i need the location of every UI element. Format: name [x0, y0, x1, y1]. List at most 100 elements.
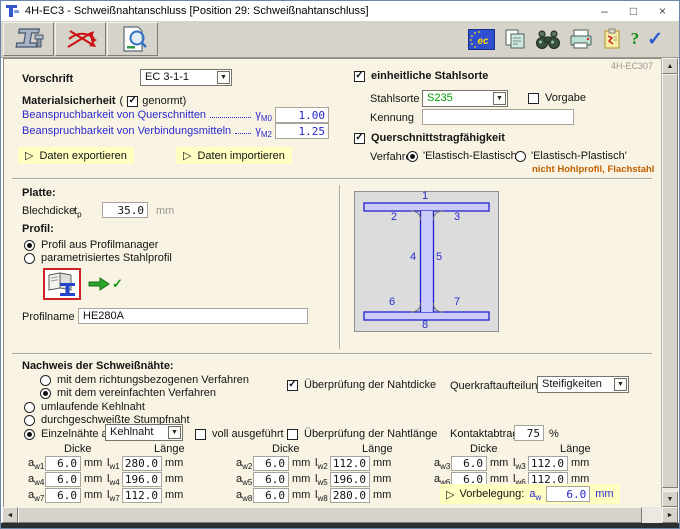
stahlsorte-dropdown[interactable]: S235 ▼: [422, 90, 508, 107]
stahlsorte-label: Stahlsorte: [370, 93, 420, 105]
ueberpruefung-nahtdicke-label: Überprüfung der Nahtdicke: [304, 379, 436, 391]
vorschrift-dropdown[interactable]: EC 3-1-1 ▼: [140, 69, 232, 86]
eurocode-button[interactable]: ec: [468, 29, 495, 50]
weld-number-4: 4: [410, 251, 416, 263]
vertical-scrollbar-thumb[interactable]: [662, 74, 678, 488]
title-bar[interactable]: 4H-EC3 - Schweißnahtanschluss [Position …: [1, 1, 679, 21]
vorbelegung-field[interactable]: [546, 486, 590, 502]
vertical-scrollbar[interactable]: ▲ ▼: [661, 58, 678, 507]
loads-toolbar-button[interactable]: [55, 22, 106, 56]
l-w2-field[interactable]: [330, 456, 370, 471]
genormt-checkbox[interactable]: [127, 96, 138, 107]
scroll-up-button[interactable]: ▲: [662, 58, 678, 74]
a-w4-field[interactable]: [45, 472, 81, 487]
separator: [12, 353, 652, 355]
a-w7-label: aw7: [28, 489, 42, 501]
a-w8-field[interactable]: [253, 488, 289, 503]
ueberpruefung-nahtdicke-checkbox[interactable]: [287, 380, 298, 391]
a-w1-field[interactable]: [45, 456, 81, 471]
profile-manager-toolbar-button[interactable]: [3, 22, 54, 56]
print-preview-toolbar-button[interactable]: [107, 22, 158, 56]
elastisch-elastisch-radio[interactable]: [407, 151, 418, 162]
einzelnaehte-radio[interactable]: [24, 429, 35, 440]
a-w7-field[interactable]: [45, 488, 81, 503]
l-w8-field[interactable]: [330, 488, 370, 503]
stumpfnaht-radio[interactable]: [24, 415, 35, 426]
weld-group-w8: aw8 mm lw8 mm: [236, 487, 393, 503]
minimize-button[interactable]: –: [590, 1, 619, 20]
scroll-down-button[interactable]: ▼: [662, 491, 678, 507]
profilname-field[interactable]: [78, 308, 308, 324]
l-w1-label: lw1: [107, 457, 119, 469]
daten-importieren-link[interactable]: ▷ Daten importieren: [176, 147, 292, 164]
horizontal-scrollbar-thumb[interactable]: [18, 507, 642, 523]
a-w2-field[interactable]: [253, 456, 289, 471]
vorbelegung-action[interactable]: ▷ Vorbelegung: aw mm: [440, 484, 620, 504]
copy-pages-icon: [503, 28, 527, 50]
help-button[interactable]: ?: [631, 29, 640, 49]
chevron-down-icon: ▼: [614, 378, 627, 391]
loads-arrows-icon: [63, 25, 99, 53]
voll-ausgefuehrt-checkbox[interactable]: [195, 429, 206, 440]
scroll-left-button[interactable]: ◄: [2, 507, 18, 523]
elastisch-plastisch-radio[interactable]: [515, 151, 526, 162]
l-w4-field[interactable]: [122, 472, 162, 487]
horizontal-scrollbar[interactable]: ◄ ►: [2, 507, 678, 523]
umlaufende-kehlnaht-radio[interactable]: [24, 402, 35, 413]
parametrisiertes-stahlprofil-radio[interactable]: [24, 253, 35, 264]
weld-group-w5: aw5 mm lw5 mm: [236, 471, 393, 487]
triangle-right-icon: ▷: [25, 149, 33, 162]
blechdicke-symbol: tp: [74, 205, 82, 217]
chevron-down-icon: ▼: [493, 92, 506, 105]
a-w5-field[interactable]: [253, 472, 289, 487]
kontaktabtrag-field[interactable]: [514, 425, 544, 441]
confirm-button[interactable]: ✓: [647, 28, 663, 51]
vorschrift-label: Vorschrift: [22, 73, 73, 85]
dotted-leader: [235, 133, 251, 134]
profil-aus-profilmanager-radio[interactable]: [24, 240, 35, 251]
paren-open: (: [120, 95, 124, 107]
ueberpruefung-nahtlaenge-checkbox[interactable]: [287, 429, 298, 440]
l-w1-field[interactable]: [122, 456, 162, 471]
querschnittstragfaehigkeit-checkbox[interactable]: [354, 133, 365, 144]
parametrisiertes-stahlprofil-label: parametrisiertes Stahlprofil: [41, 252, 172, 264]
l-w8-label: lw8: [315, 489, 327, 501]
maximize-button[interactable]: □: [619, 1, 648, 20]
l-w3-field[interactable]: [528, 456, 568, 471]
scroll-right-button[interactable]: ►: [662, 507, 678, 523]
close-button[interactable]: ×: [648, 1, 677, 20]
a-w3-label: aw3: [434, 457, 448, 469]
copy-button[interactable]: [503, 28, 527, 50]
notes-button[interactable]: [601, 28, 623, 50]
confirm-check-icon: ✓: [647, 28, 663, 51]
richtungsbezogen-radio[interactable]: [40, 375, 51, 386]
vorbelegung-unit: mm: [595, 488, 613, 500]
profilmanager-button[interactable]: [43, 268, 81, 300]
l-w5-field[interactable]: [330, 472, 370, 487]
l-w2-label: lw2: [315, 457, 327, 469]
vereinfacht-radio[interactable]: [40, 388, 51, 399]
voll-ausgefuehrt-label: voll ausgeführt: [212, 428, 284, 440]
col-header-laenge-3: Länge: [560, 443, 591, 455]
blechdicke-field[interactable]: [102, 202, 148, 218]
kennung-input[interactable]: [422, 109, 574, 125]
querkraftaufteilung-dropdown[interactable]: Steifigkeiten ▼: [537, 376, 629, 393]
einzelnaht-typ-dropdown[interactable]: Kehlnaht ▼: [105, 424, 183, 441]
vorgabe-checkbox[interactable]: [528, 93, 539, 104]
triangle-right-icon: ▷: [446, 488, 454, 501]
a-w8-label: aw8: [236, 489, 250, 501]
l-w7-field[interactable]: [122, 488, 162, 503]
a-w3-field[interactable]: [451, 456, 487, 471]
querschnittstragfaehigkeit-label: Querschnittstragfähigkeit: [371, 132, 505, 144]
chevron-down-icon: ▼: [168, 426, 181, 439]
gamma-m0-field[interactable]: [275, 107, 329, 123]
printer-icon: [569, 29, 593, 50]
search-button[interactable]: [535, 29, 561, 50]
weld-number-2: 2: [391, 211, 397, 223]
einheitliche-stahlsorte-checkbox[interactable]: [354, 71, 365, 82]
verfahren-note: nicht Hohlprofil, Flachstahl: [532, 164, 654, 175]
a-w1-label: aw1: [28, 457, 42, 469]
gamma-m2-field[interactable]: [275, 123, 329, 139]
print-button[interactable]: [569, 29, 593, 50]
daten-exportieren-link[interactable]: ▷ Daten exportieren: [18, 147, 134, 164]
